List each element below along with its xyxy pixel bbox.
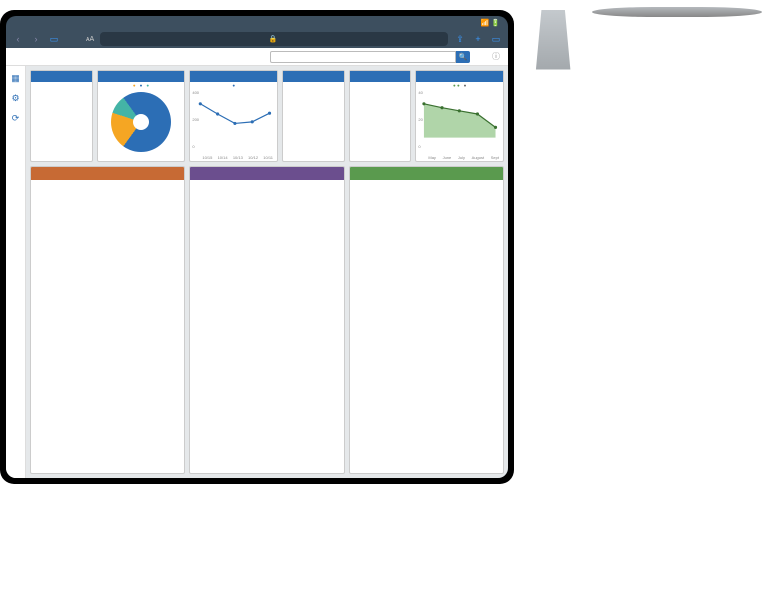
completed-list xyxy=(350,180,503,473)
widget-row: 4002000 10/1510/1410/1310/1210/11 xyxy=(30,70,504,162)
forward-button[interactable]: › xyxy=(30,33,42,45)
pie-legend xyxy=(98,83,185,88)
dashboard-icon[interactable]: ▦ xyxy=(10,72,22,84)
app-frame: 🔍 ⓘ ▦ ⚙ ⟳ xyxy=(6,48,508,478)
main-content: 4002000 10/1510/1410/1310/1210/11 xyxy=(26,66,508,478)
line-chart: 4002000 10/1510/1410/1310/1210/11 xyxy=(190,82,277,161)
status-battery: 📶 🔋 xyxy=(481,19,500,27)
widget-sales-source xyxy=(97,70,186,162)
monitor-stand xyxy=(514,10,592,80)
area-chart: 40200 MayJuneJulyAugustSept xyxy=(416,82,503,161)
browser-toolbar: ‹ › ▭ ᴀA 🔒 ⇪ + ▭ xyxy=(6,30,508,48)
search-input[interactable] xyxy=(270,51,456,63)
widget-partial xyxy=(349,70,412,162)
pie-chart xyxy=(111,92,171,152)
widget-unshipped xyxy=(282,70,345,162)
col-completed xyxy=(349,166,504,474)
screen: 📶 🔋 ‹ › ▭ ᴀA 🔒 ⇪ + ▭ 🔍 ⓘ ▦ ⚙ ⟳ xyxy=(6,16,508,478)
widget-new-orders xyxy=(30,70,93,162)
left-nav: ▦ ⚙ ⟳ xyxy=(6,66,26,478)
search-button[interactable]: 🔍 xyxy=(456,51,470,63)
new-tab-icon[interactable]: + xyxy=(472,33,484,45)
bookmarks-icon[interactable]: ▭ xyxy=(48,33,60,45)
share-icon[interactable]: ⇪ xyxy=(454,33,466,45)
app-header: 🔍 ⓘ xyxy=(6,48,508,66)
col-processing xyxy=(189,166,344,474)
app-body: ▦ ⚙ ⟳ xyxy=(6,66,508,478)
widget-avg-value: 4002000 10/1510/1410/1310/1210/11 xyxy=(189,70,278,162)
info-icon[interactable]: ⓘ xyxy=(492,51,500,62)
col-received xyxy=(30,166,185,474)
settings-icon[interactable]: ⚙ xyxy=(10,92,22,104)
font-size-icon[interactable]: ᴀA xyxy=(86,36,94,43)
widget-completed: ● 40200 MayJuneJulyAugustSept xyxy=(415,70,504,162)
refresh-icon[interactable]: ⟳ xyxy=(10,112,22,124)
tabs-icon[interactable]: ▭ xyxy=(490,33,502,45)
back-button[interactable]: ‹ xyxy=(12,33,24,45)
processing-list xyxy=(190,180,343,473)
search-wrap: 🔍 xyxy=(270,51,470,63)
monitor-base xyxy=(592,7,762,17)
received-list xyxy=(31,180,184,473)
url-bar[interactable]: 🔒 xyxy=(100,32,448,46)
columns-row xyxy=(30,166,504,474)
ipad-status-bar: 📶 🔋 xyxy=(6,16,508,30)
monitor-frame: 📶 🔋 ‹ › ▭ ᴀA 🔒 ⇪ + ▭ 🔍 ⓘ ▦ ⚙ ⟳ xyxy=(0,10,514,484)
